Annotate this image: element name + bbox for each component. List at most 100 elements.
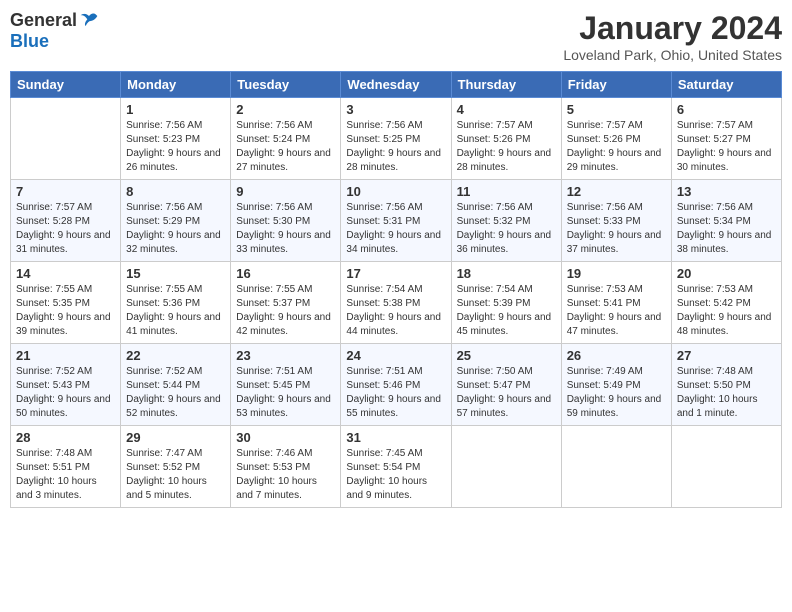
day-info: Sunrise: 7:48 AMSunset: 5:50 PMDaylight:…	[677, 365, 776, 421]
day-number: 24	[346, 348, 445, 363]
logo: General Blue	[10, 10, 99, 52]
calendar-cell: 9 Sunrise: 7:56 AMSunset: 5:30 PMDaylight…	[231, 180, 341, 262]
title-section: January 2024 Loveland Park, Ohio, United…	[563, 10, 782, 63]
page-header: General Blue January 2024 Loveland Park,…	[10, 10, 782, 63]
calendar-header-row: SundayMondayTuesdayWednesdayThursdayFrid…	[11, 72, 782, 98]
day-number: 1	[126, 102, 225, 117]
calendar-table: SundayMondayTuesdayWednesdayThursdayFrid…	[10, 71, 782, 508]
calendar-week-row: 1 Sunrise: 7:56 AMSunset: 5:23 PMDaylight…	[11, 98, 782, 180]
day-info: Sunrise: 7:56 AMSunset: 5:33 PMDaylight:…	[567, 201, 666, 257]
day-info: Sunrise: 7:54 AMSunset: 5:39 PMDaylight:…	[457, 283, 556, 339]
day-number: 8	[126, 184, 225, 199]
day-number: 9	[236, 184, 335, 199]
day-info: Sunrise: 7:57 AMSunset: 5:26 PMDaylight:…	[567, 119, 666, 175]
calendar-header-monday: Monday	[121, 72, 231, 98]
day-info: Sunrise: 7:48 AMSunset: 5:51 PMDaylight:…	[16, 447, 115, 503]
day-number: 30	[236, 430, 335, 445]
day-number: 4	[457, 102, 556, 117]
day-number: 17	[346, 266, 445, 281]
calendar-cell: 22 Sunrise: 7:52 AMSunset: 5:44 PMDayligh…	[121, 344, 231, 426]
calendar-cell: 4 Sunrise: 7:57 AMSunset: 5:26 PMDaylight…	[451, 98, 561, 180]
calendar-cell: 13 Sunrise: 7:56 AMSunset: 5:34 PMDayligh…	[671, 180, 781, 262]
calendar-week-row: 7 Sunrise: 7:57 AMSunset: 5:28 PMDaylight…	[11, 180, 782, 262]
calendar-cell: 20 Sunrise: 7:53 AMSunset: 5:42 PMDayligh…	[671, 262, 781, 344]
calendar-cell: 1 Sunrise: 7:56 AMSunset: 5:23 PMDaylight…	[121, 98, 231, 180]
day-number: 12	[567, 184, 666, 199]
day-info: Sunrise: 7:56 AMSunset: 5:23 PMDaylight:…	[126, 119, 225, 175]
day-number: 7	[16, 184, 115, 199]
calendar-cell	[451, 426, 561, 508]
logo-bird-icon	[79, 11, 99, 31]
calendar-cell: 28 Sunrise: 7:48 AMSunset: 5:51 PMDayligh…	[11, 426, 121, 508]
day-info: Sunrise: 7:52 AMSunset: 5:43 PMDaylight:…	[16, 365, 115, 421]
day-number: 31	[346, 430, 445, 445]
calendar-cell: 30 Sunrise: 7:46 AMSunset: 5:53 PMDayligh…	[231, 426, 341, 508]
day-info: Sunrise: 7:57 AMSunset: 5:28 PMDaylight:…	[16, 201, 115, 257]
calendar-cell: 31 Sunrise: 7:45 AMSunset: 5:54 PMDayligh…	[341, 426, 451, 508]
day-info: Sunrise: 7:57 AMSunset: 5:26 PMDaylight:…	[457, 119, 556, 175]
calendar-cell: 8Sunrise: 7:56 AMSunset: 5:29 PMDaylight…	[121, 180, 231, 262]
day-number: 23	[236, 348, 335, 363]
day-info: Sunrise: 7:56 AMSunset: 5:25 PMDaylight:…	[346, 119, 445, 175]
day-info: Sunrise: 7:53 AMSunset: 5:41 PMDaylight:…	[567, 283, 666, 339]
day-info: Sunrise: 7:56 AMSunset: 5:31 PMDaylight:…	[346, 201, 445, 257]
day-number: 16	[236, 266, 335, 281]
day-number: 5	[567, 102, 666, 117]
day-number: 29	[126, 430, 225, 445]
day-number: 2	[236, 102, 335, 117]
calendar-cell: 10Sunrise: 7:56 AMSunset: 5:31 PMDayligh…	[341, 180, 451, 262]
day-info: Sunrise: 7:47 AMSunset: 5:52 PMDaylight:…	[126, 447, 225, 503]
calendar-header-wednesday: Wednesday	[341, 72, 451, 98]
calendar-cell: 7 Sunrise: 7:57 AMSunset: 5:28 PMDaylight…	[11, 180, 121, 262]
day-info: Sunrise: 7:56 AMSunset: 5:24 PMDaylight:…	[236, 119, 335, 175]
calendar-cell	[671, 426, 781, 508]
day-number: 26	[567, 348, 666, 363]
day-number: 13	[677, 184, 776, 199]
day-info: Sunrise: 7:53 AMSunset: 5:42 PMDaylight:…	[677, 283, 776, 339]
logo-general-text: General	[10, 10, 77, 31]
calendar-cell: 15Sunrise: 7:55 AMSunset: 5:36 PMDayligh…	[121, 262, 231, 344]
day-number: 22	[126, 348, 225, 363]
day-number: 20	[677, 266, 776, 281]
day-info: Sunrise: 7:55 AMSunset: 5:35 PMDaylight:…	[16, 283, 115, 339]
day-number: 19	[567, 266, 666, 281]
day-info: Sunrise: 7:45 AMSunset: 5:54 PMDaylight:…	[346, 447, 445, 503]
calendar-header-thursday: Thursday	[451, 72, 561, 98]
month-title: January 2024	[563, 10, 782, 47]
calendar-cell: 29 Sunrise: 7:47 AMSunset: 5:52 PMDayligh…	[121, 426, 231, 508]
day-number: 18	[457, 266, 556, 281]
day-number: 28	[16, 430, 115, 445]
calendar-header-sunday: Sunday	[11, 72, 121, 98]
calendar-cell: 2 Sunrise: 7:56 AMSunset: 5:24 PMDaylight…	[231, 98, 341, 180]
day-info: Sunrise: 7:51 AMSunset: 5:46 PMDaylight:…	[346, 365, 445, 421]
calendar-header-saturday: Saturday	[671, 72, 781, 98]
day-info: Sunrise: 7:57 AMSunset: 5:27 PMDaylight:…	[677, 119, 776, 175]
day-info: Sunrise: 7:55 AMSunset: 5:36 PMDaylight:…	[126, 283, 225, 339]
calendar-cell	[11, 98, 121, 180]
day-number: 21	[16, 348, 115, 363]
day-number: 27	[677, 348, 776, 363]
calendar-cell: 26 Sunrise: 7:49 AMSunset: 5:49 PMDayligh…	[561, 344, 671, 426]
day-info: Sunrise: 7:46 AMSunset: 5:53 PMDaylight:…	[236, 447, 335, 503]
calendar-cell: 3Sunrise: 7:56 AMSunset: 5:25 PMDaylight…	[341, 98, 451, 180]
calendar-week-row: 21 Sunrise: 7:52 AMSunset: 5:43 PMDayligh…	[11, 344, 782, 426]
day-info: Sunrise: 7:49 AMSunset: 5:49 PMDaylight:…	[567, 365, 666, 421]
calendar-week-row: 28 Sunrise: 7:48 AMSunset: 5:51 PMDayligh…	[11, 426, 782, 508]
day-info: Sunrise: 7:56 AMSunset: 5:30 PMDaylight:…	[236, 201, 335, 257]
calendar-header-friday: Friday	[561, 72, 671, 98]
calendar-cell	[561, 426, 671, 508]
day-number: 14	[16, 266, 115, 281]
calendar-cell: 14 Sunrise: 7:55 AMSunset: 5:35 PMDayligh…	[11, 262, 121, 344]
calendar-cell: 19 Sunrise: 7:53 AMSunset: 5:41 PMDayligh…	[561, 262, 671, 344]
calendar-cell: 17Sunrise: 7:54 AMSunset: 5:38 PMDayligh…	[341, 262, 451, 344]
calendar-cell: 24 Sunrise: 7:51 AMSunset: 5:46 PMDayligh…	[341, 344, 451, 426]
day-info: Sunrise: 7:56 AMSunset: 5:34 PMDaylight:…	[677, 201, 776, 257]
calendar-cell: 11Sunrise: 7:56 AMSunset: 5:32 PMDayligh…	[451, 180, 561, 262]
calendar-week-row: 14 Sunrise: 7:55 AMSunset: 5:35 PMDayligh…	[11, 262, 782, 344]
calendar-cell: 23Sunrise: 7:51 AMSunset: 5:45 PMDayligh…	[231, 344, 341, 426]
calendar-cell: 27 Sunrise: 7:48 AMSunset: 5:50 PMDayligh…	[671, 344, 781, 426]
day-info: Sunrise: 7:56 AMSunset: 5:32 PMDaylight:…	[457, 201, 556, 257]
day-info: Sunrise: 7:52 AMSunset: 5:44 PMDaylight:…	[126, 365, 225, 421]
calendar-cell: 16Sunrise: 7:55 AMSunset: 5:37 PMDayligh…	[231, 262, 341, 344]
day-info: Sunrise: 7:50 AMSunset: 5:47 PMDaylight:…	[457, 365, 556, 421]
